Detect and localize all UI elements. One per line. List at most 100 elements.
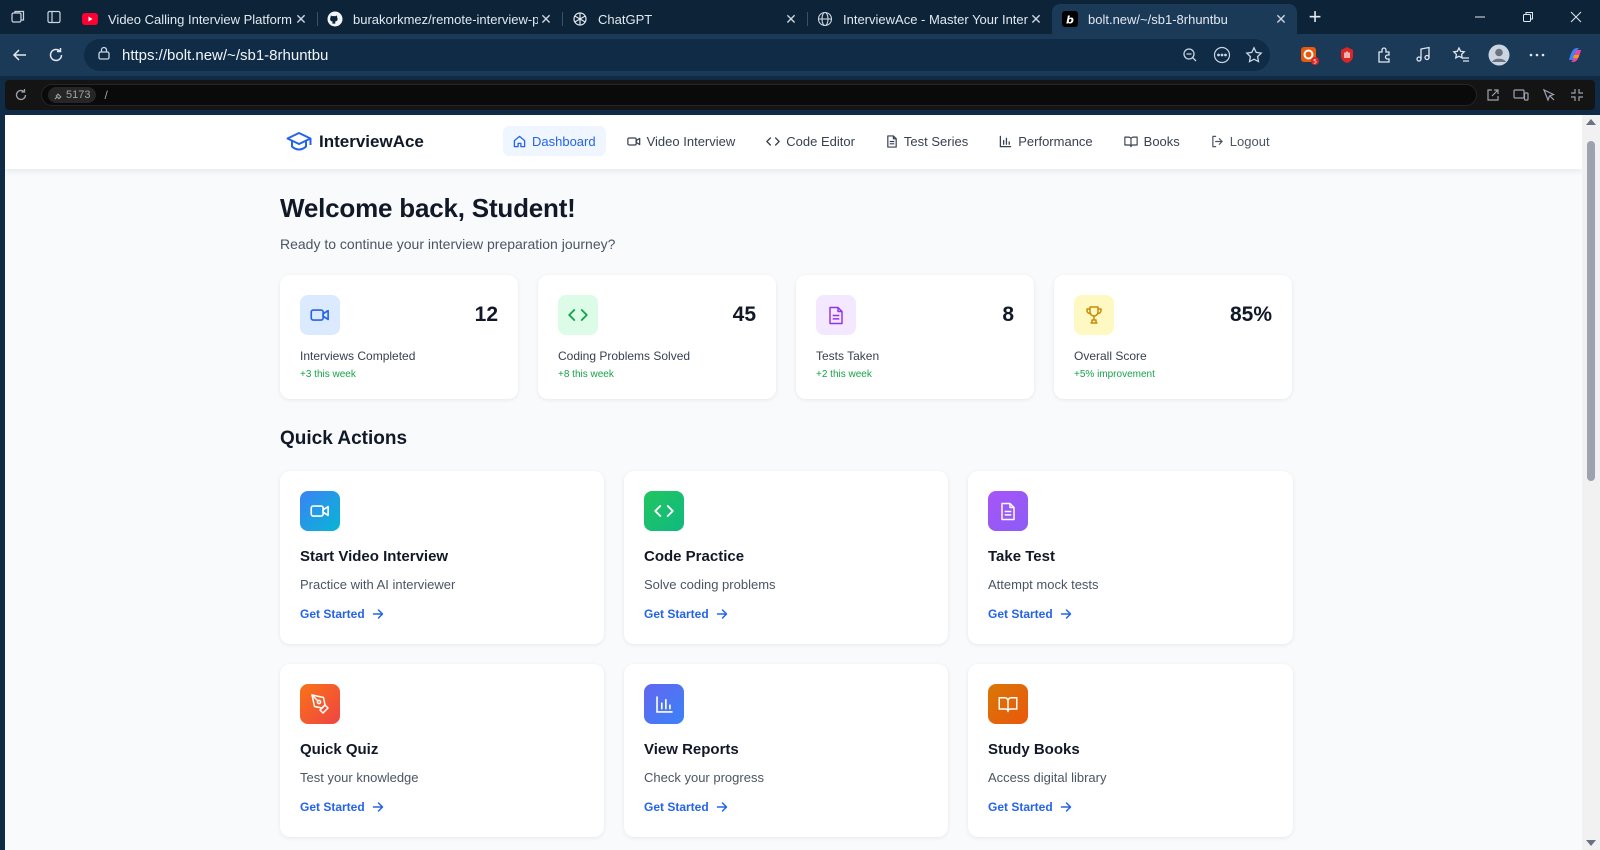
- arrow-right-icon: [372, 609, 383, 619]
- device-preview-icon[interactable]: [1507, 88, 1535, 102]
- action-card-take-test[interactable]: Take Test Attempt mock tests Get Started: [968, 471, 1293, 644]
- extensions-area: 5: [1290, 39, 1594, 71]
- quick-actions-grid: Start Video Interview Practice with AI i…: [280, 471, 1293, 837]
- chatgpt-icon: [572, 11, 588, 27]
- browser-tab[interactable]: Video Calling Interview Platform: I ✕: [72, 4, 317, 34]
- brand-logo[interactable]: InterviewAce: [286, 129, 424, 155]
- close-icon[interactable]: ✕: [783, 11, 799, 27]
- minimize-icon[interactable]: [1456, 0, 1504, 34]
- tab-title: InterviewAce - Master Your Interv: [843, 11, 1028, 27]
- nav-logout[interactable]: Logout: [1201, 126, 1280, 156]
- nav-dashboard[interactable]: Dashboard: [503, 126, 606, 156]
- action-description: Attempt mock tests: [988, 577, 1099, 592]
- get-started-link[interactable]: Get Started: [300, 800, 384, 814]
- back-icon[interactable]: [2, 37, 38, 73]
- action-card-study-books[interactable]: Study Books Access digital library Get S…: [968, 664, 1293, 837]
- tab-actions-icon[interactable]: [36, 0, 72, 34]
- get-started-link[interactable]: Get Started: [988, 607, 1072, 621]
- video-icon: [626, 136, 640, 146]
- address-toolbar: https://bolt.new/~/sb1-8rhuntbu 5: [0, 34, 1600, 76]
- stat-label: Tests Taken: [816, 349, 880, 363]
- trophy-icon: [1074, 295, 1114, 335]
- cta-label: Get Started: [644, 800, 709, 814]
- get-started-link[interactable]: Get Started: [988, 800, 1072, 814]
- code-icon: [644, 491, 684, 531]
- cta-label: Get Started: [644, 607, 709, 621]
- close-icon[interactable]: ✕: [1028, 11, 1044, 27]
- browser-tab[interactable]: ChatGPT ✕: [562, 4, 807, 34]
- get-started-link[interactable]: Get Started: [300, 607, 384, 621]
- url-text[interactable]: https://bolt.new/~/sb1-8rhuntbu: [122, 47, 1174, 64]
- preview-reload-icon[interactable]: [5, 88, 37, 102]
- get-started-link[interactable]: Get Started: [644, 607, 728, 621]
- favorites-list-icon[interactable]: [1442, 39, 1480, 71]
- action-card-view-reports[interactable]: View Reports Check your progress Get Sta…: [624, 664, 948, 837]
- arrow-right-icon: [1060, 802, 1071, 812]
- stat-card-coding: 45 Coding Problems Solved +8 this week: [538, 275, 776, 399]
- nav-performance[interactable]: Performance: [989, 126, 1102, 156]
- open-in-new-tab-icon[interactable]: [1479, 88, 1507, 102]
- close-icon[interactable]: ✕: [293, 11, 309, 27]
- site-info-icon[interactable]: [96, 45, 112, 66]
- browser-tab-active[interactable]: b bolt.new/~/sb1-8rhuntbu ✕: [1052, 4, 1297, 34]
- url-bar[interactable]: https://bolt.new/~/sb1-8rhuntbu: [84, 39, 1270, 71]
- preview-path[interactable]: /: [104, 88, 107, 102]
- scroll-down-arrow-icon[interactable]: [1586, 840, 1596, 846]
- nav-books[interactable]: Books: [1114, 126, 1190, 156]
- get-started-link[interactable]: Get Started: [644, 800, 728, 814]
- scroll-up-arrow-icon[interactable]: [1586, 119, 1596, 125]
- action-title: Code Practice: [644, 548, 745, 565]
- zoom-out-icon[interactable]: [1174, 39, 1206, 71]
- extensions-puzzle-icon[interactable]: [1366, 39, 1404, 71]
- exit-fullscreen-icon[interactable]: [1563, 88, 1591, 102]
- reload-icon[interactable]: [38, 37, 74, 73]
- window-close-icon[interactable]: [1552, 0, 1600, 34]
- tab-title: Video Calling Interview Platform: I: [108, 11, 293, 27]
- office-extension-icon[interactable]: 5: [1290, 39, 1328, 71]
- preview-toolbar: 5173 /: [5, 80, 1595, 110]
- more-options-circle-icon[interactable]: [1206, 39, 1238, 71]
- file-text-icon: [988, 491, 1028, 531]
- port-selector[interactable]: 5173: [48, 87, 97, 103]
- action-card-video-interview[interactable]: Start Video Interview Practice with AI i…: [280, 471, 604, 644]
- nav-video-interview[interactable]: Video Interview: [617, 126, 746, 156]
- copilot-icon[interactable]: [1556, 39, 1594, 71]
- arrow-right-icon: [716, 609, 727, 619]
- workspaces-icon[interactable]: [0, 0, 36, 34]
- inspect-icon[interactable]: [1535, 88, 1563, 102]
- scroll-thumb[interactable]: [1587, 141, 1595, 481]
- stat-value: 45: [732, 303, 756, 326]
- preview-url-bar[interactable]: 5173 /: [41, 84, 1477, 106]
- stat-card-tests: 8 Tests Taken +2 this week: [796, 275, 1034, 399]
- nav-code-editor[interactable]: Code Editor: [756, 126, 865, 156]
- arrow-right-icon: [1060, 609, 1071, 619]
- close-icon[interactable]: ✕: [1273, 11, 1289, 27]
- welcome-section: Welcome back, Student! Ready to continue…: [280, 193, 615, 252]
- new-tab-button[interactable]: +: [1297, 0, 1333, 34]
- action-card-code-practice[interactable]: Code Practice Solve coding problems Get …: [624, 471, 948, 644]
- cta-label: Get Started: [988, 607, 1053, 621]
- nav-label: Dashboard: [532, 133, 596, 149]
- action-description: Solve coding problems: [644, 577, 776, 592]
- media-control-icon[interactable]: [1404, 39, 1442, 71]
- nav-test-series[interactable]: Test Series: [876, 126, 978, 156]
- page-scrollbar[interactable]: [1582, 115, 1600, 850]
- close-icon[interactable]: ✕: [538, 11, 554, 27]
- nav-label: Books: [1143, 133, 1180, 149]
- stop-hand-extension-icon[interactable]: [1328, 39, 1366, 71]
- app-navbar: InterviewAce Dashboard Video Interview C…: [5, 115, 1582, 169]
- browser-tab[interactable]: InterviewAce - Master Your Interv ✕: [807, 4, 1052, 34]
- action-description: Practice with AI interviewer: [300, 577, 456, 592]
- app-viewport: InterviewAce Dashboard Video Interview C…: [5, 115, 1582, 850]
- pen-tool-icon: [300, 684, 340, 724]
- browser-tab[interactable]: burakorkmez/remote-interview-p ✕: [317, 4, 562, 34]
- browser-menu-icon[interactable]: [1518, 39, 1556, 71]
- favorite-star-icon[interactable]: [1238, 39, 1270, 71]
- stat-delta: +2 this week: [816, 369, 872, 380]
- restore-icon[interactable]: [1504, 0, 1552, 34]
- port-number: 5173: [66, 89, 91, 101]
- action-title: View Reports: [644, 741, 739, 758]
- profile-avatar-icon[interactable]: [1480, 39, 1518, 71]
- stat-value: 8: [1002, 303, 1014, 326]
- action-card-quick-quiz[interactable]: Quick Quiz Test your knowledge Get Start…: [280, 664, 604, 837]
